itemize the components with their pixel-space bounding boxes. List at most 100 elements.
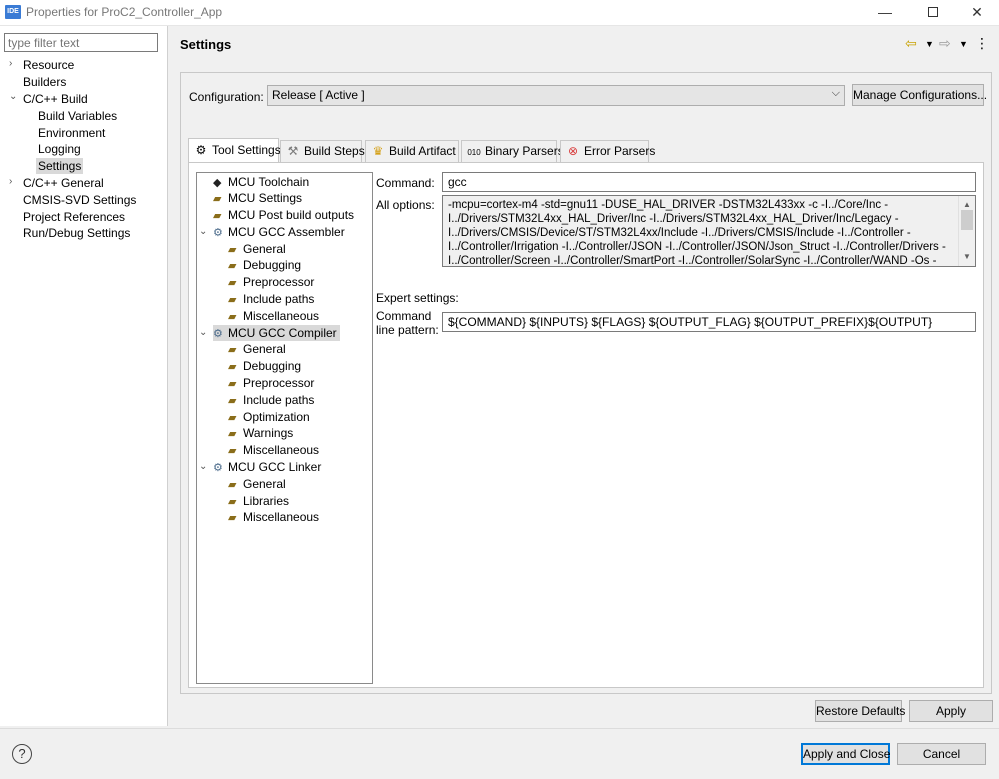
tree-item-linker-general[interactable]: ▰ General <box>228 476 286 492</box>
tab-label: Error Parsers <box>584 144 656 158</box>
apply-and-close-button[interactable]: Apply and Close <box>801 743 890 765</box>
folder-gear-icon: ▰ <box>213 193 222 205</box>
tree-item-compiler-warnings[interactable]: ▰ Warnings <box>228 425 293 441</box>
ide-app-icon: IDE <box>5 5 21 19</box>
command-label: Command: <box>376 176 435 190</box>
command-field[interactable]: gcc <box>442 172 976 192</box>
maximize-button[interactable] <box>910 0 956 26</box>
gear-icon: ⚙ <box>213 328 223 340</box>
collapse-arrow-icon[interactable]: ⌄ <box>9 91 19 102</box>
folder-gear-icon: ▰ <box>228 294 237 306</box>
nav-item-resource[interactable]: Resource <box>23 57 74 73</box>
nav-item-cpp-general[interactable]: C/C++ General <box>23 175 104 191</box>
tool-settings-panel: ◆ MCU Toolchain ▰ MCU Settings ▰ MCU Post b… <box>188 162 984 688</box>
tree-item-assembler-general[interactable]: ▰ General <box>228 241 286 257</box>
nav-item-cpp-build[interactable]: C/C++ Build <box>23 91 88 107</box>
tab-label: Binary Parsers <box>485 144 564 158</box>
scrollbar-thumb[interactable] <box>961 210 973 230</box>
folder-gear-icon: ▰ <box>228 378 237 390</box>
collapse-arrow-icon[interactable]: ⌄ <box>199 459 207 475</box>
property-page-tree: › Resource Builders ⌄ C/C++ Build Build … <box>0 26 168 726</box>
tree-item-assembler-debugging[interactable]: ▰ Debugging <box>228 257 301 273</box>
folder-gear-icon: ▰ <box>228 260 237 272</box>
collapse-arrow-icon[interactable]: ⌄ <box>199 224 207 240</box>
options-line: -mcpu=cortex-m4 -std=gnu11 -DUSE_HAL_DRI… <box>448 199 889 211</box>
folder-gear-icon: ▰ <box>228 361 237 373</box>
all-options-field[interactable]: -mcpu=cortex-m4 -std=gnu11 -DUSE_HAL_DRI… <box>442 195 976 267</box>
title-bar: IDE Properties for ProC2_Controller_App … <box>0 0 999 26</box>
nav-item-logging[interactable]: Logging <box>38 141 81 157</box>
tab-build-artifact[interactable]: ♛ Build Artifact <box>365 140 459 162</box>
tab-binary-parsers[interactable]: 010 Binary Parsers <box>461 140 564 162</box>
filter-input[interactable] <box>4 33 158 52</box>
expand-arrow-icon[interactable]: › <box>9 176 19 187</box>
tree-item-mcu-toolchain[interactable]: ◆ MCU Toolchain <box>213 174 309 190</box>
command-line-pattern-label-1: Command <box>376 309 432 323</box>
vertical-scrollbar[interactable]: ▲ ▼ <box>958 196 975 266</box>
page-title: Settings <box>180 37 232 52</box>
tool-tree: ◆ MCU Toolchain ▰ MCU Settings ▰ MCU Post b… <box>196 172 373 684</box>
expert-settings-label: Expert settings: <box>376 291 459 305</box>
tree-item-assembler-include-paths[interactable]: ▰ Include paths <box>228 291 314 307</box>
configuration-select[interactable]: Release [ Active ] ⌵ <box>267 85 845 106</box>
tab-build-steps[interactable]: ⚒ Build Steps <box>280 140 365 162</box>
tab-error-parsers[interactable]: ⊗ Error Parsers <box>560 140 655 162</box>
nav-item-environment[interactable]: Environment <box>38 125 105 141</box>
nav-item-cmsis-svd-settings[interactable]: CMSIS-SVD Settings <box>23 192 136 208</box>
nav-item-builders[interactable]: Builders <box>23 74 66 90</box>
forward-dropdown-icon[interactable]: ▼ <box>959 39 968 49</box>
tab-tool-settings[interactable]: ⚙ Tool Settings <box>188 138 281 162</box>
tree-item-compiler-optimization[interactable]: ▰ Optimization <box>228 409 310 425</box>
tree-item-mcu-gcc-assembler[interactable]: ⌄ ⚙ MCU GCC Assembler <box>199 224 345 240</box>
gear-icon: ⚙ <box>213 227 223 239</box>
chevron-down-icon: ⌵ <box>831 87 840 99</box>
apply-button[interactable]: Apply <box>909 700 993 722</box>
nav-item-run-debug-settings[interactable]: Run/Debug Settings <box>23 225 130 241</box>
collapse-arrow-icon[interactable]: ⌄ <box>199 325 207 341</box>
tree-item-mcu-post-build-outputs[interactable]: ▰ MCU Post build outputs <box>213 207 354 223</box>
menu-dots-icon[interactable]: ⋮ <box>975 35 989 52</box>
expand-arrow-icon[interactable]: › <box>9 58 19 69</box>
close-button[interactable]: ✕ <box>954 0 999 26</box>
tree-item-compiler-preprocessor[interactable]: ▰ Preprocessor <box>228 375 314 391</box>
folder-gear-icon: ▰ <box>228 479 237 491</box>
back-arrow-icon[interactable]: ⇦ <box>905 35 917 52</box>
tree-item-linker-miscellaneous[interactable]: ▰ Miscellaneous <box>228 509 319 525</box>
folder-gear-icon: ▰ <box>228 344 237 356</box>
command-line-pattern-field[interactable]: ${COMMAND} ${INPUTS} ${FLAGS} ${OUTPUT_F… <box>442 312 976 332</box>
settings-content: Configuration: Release [ Active ] ⌵ Mana… <box>180 72 992 694</box>
folder-gear-icon: ▰ <box>228 428 237 440</box>
tree-item-linker-libraries[interactable]: ▰ Libraries <box>228 493 289 509</box>
folder-gear-icon: ▰ <box>228 412 237 424</box>
tree-item-compiler-general[interactable]: ▰ General <box>228 341 286 357</box>
tree-item-compiler-debugging[interactable]: ▰ Debugging <box>228 358 301 374</box>
folder-gear-icon: ▰ <box>228 395 237 407</box>
chip-icon: ◆ <box>213 177 222 189</box>
folder-gear-icon: ▰ <box>228 496 237 508</box>
options-line: I../Drivers/CMSIS/Device/ST/STM32L4xx/In… <box>448 227 911 239</box>
scroll-down-icon[interactable]: ▼ <box>959 250 975 264</box>
nav-item-project-references[interactable]: Project References <box>23 209 125 225</box>
gear-icon: ⚙ <box>213 462 223 474</box>
tree-item-mcu-gcc-compiler[interactable]: ⌄ ⚙ MCU GCC Compiler <box>199 325 340 341</box>
minimize-button[interactable]: — <box>862 0 908 26</box>
manage-configurations-button[interactable]: Manage Configurations... <box>852 84 987 106</box>
error-icon: ⊗ <box>567 144 579 158</box>
nav-item-build-variables[interactable]: Build Variables <box>38 108 117 124</box>
cancel-button[interactable]: Cancel <box>897 743 986 765</box>
folder-gear-icon: ▰ <box>228 445 237 457</box>
tree-item-mcu-gcc-linker[interactable]: ⌄ ⚙ MCU GCC Linker <box>199 459 321 475</box>
trophy-icon: ♛ <box>372 144 384 158</box>
configuration-label: Configuration: <box>189 90 264 104</box>
back-dropdown-icon[interactable]: ▼ <box>925 39 934 49</box>
restore-defaults-button[interactable]: Restore Defaults <box>815 700 905 722</box>
tree-item-compiler-include-paths[interactable]: ▰ Include paths <box>228 392 314 408</box>
options-line: I../Drivers/STM32L4xx_HAL_Driver/Inc -I.… <box>448 213 899 225</box>
tree-item-compiler-miscellaneous[interactable]: ▰ Miscellaneous <box>228 442 319 458</box>
help-icon[interactable]: ? <box>12 744 32 764</box>
tree-item-assembler-miscellaneous[interactable]: ▰ Miscellaneous <box>228 308 319 324</box>
tree-item-mcu-settings[interactable]: ▰ MCU Settings <box>213 190 302 206</box>
nav-item-settings[interactable]: Settings <box>36 158 84 174</box>
tree-item-assembler-preprocessor[interactable]: ▰ Preprocessor <box>228 274 314 290</box>
forward-arrow-icon[interactable]: ⇨ <box>939 35 951 52</box>
